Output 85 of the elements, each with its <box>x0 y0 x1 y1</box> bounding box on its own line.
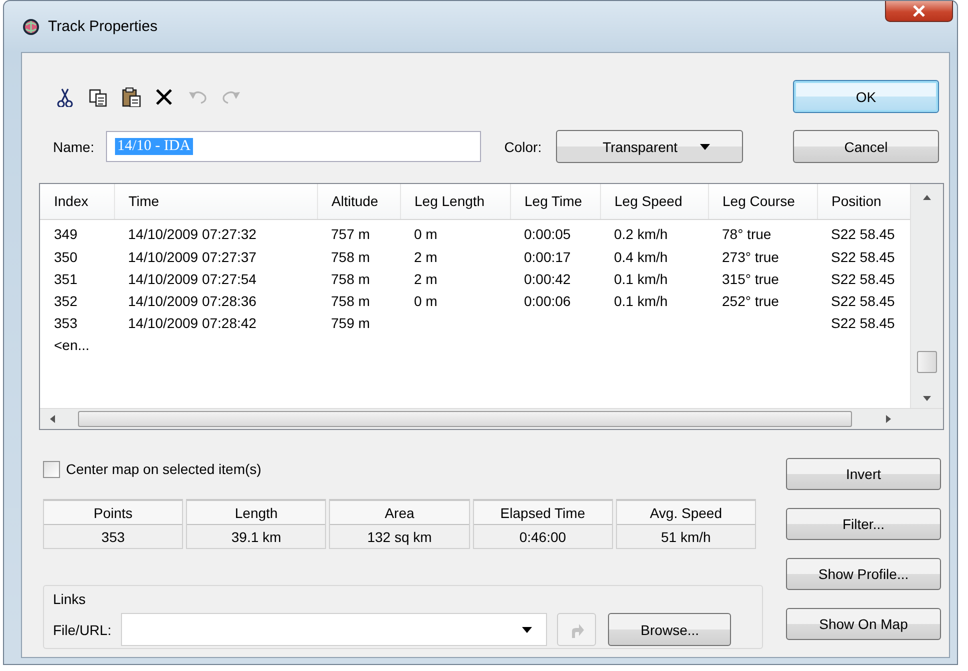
table-cell: 0:00:05 <box>510 219 600 246</box>
checkbox[interactable] <box>43 460 60 478</box>
table-cell-text: 0.1 km/h <box>613 292 669 310</box>
table-cell-text: 14/10/2009 07:28:42 <box>127 314 258 332</box>
column-header[interactable]: Leg Length <box>400 184 510 219</box>
table-cell: 757 m <box>317 219 400 246</box>
table-cell: 0 m <box>400 219 510 246</box>
table-cell-text: 14/10/2009 07:28:36 <box>127 292 258 310</box>
action-button[interactable]: Show On Map <box>786 608 941 640</box>
action-button[interactable]: Show Profile... <box>786 558 941 590</box>
scroll-down-icon[interactable] <box>923 396 931 401</box>
window-title: Track Properties <box>48 18 158 35</box>
stat-label: Elapsed Time <box>474 501 612 524</box>
column-header[interactable]: Leg Time <box>510 184 600 219</box>
table-cell: 78° true <box>708 219 817 246</box>
table-cell-text: 273° true <box>721 248 780 266</box>
scroll-right-icon[interactable] <box>886 415 891 423</box>
group-title: Links <box>53 591 86 607</box>
stat-label: Avg. Speed <box>616 501 756 524</box>
column-header[interactable]: Leg Course <box>708 184 817 219</box>
arrow-icon <box>570 622 584 638</box>
cross-icon[interactable] <box>154 86 174 106</box>
scroll-thumb[interactable] <box>917 351 937 373</box>
action-button[interactable]: Invert <box>786 458 941 490</box>
table-cell: S22 58.45 <box>817 219 937 246</box>
table-cell-text: 2 m <box>413 270 438 288</box>
horizontal-scrollbar[interactable] <box>40 408 943 429</box>
table-cell-text: S22 58.45 <box>830 292 896 310</box>
close-button[interactable] <box>885 1 953 22</box>
table-cell-text: 758 m <box>330 248 371 266</box>
column-header[interactable]: Time <box>114 184 317 219</box>
color-dropdown[interactable]: Transparent <box>556 130 743 163</box>
scroll-thumb[interactable] <box>78 411 852 427</box>
dropdown-arrow-icon <box>522 626 532 632</box>
field-label: File/URL: <box>53 622 112 638</box>
dialog-button[interactable]: Cancel <box>793 130 939 163</box>
table-cell-text: 0.4 km/h <box>613 248 669 266</box>
table-cell-text: 758 m <box>330 270 371 288</box>
table-cell-text: 0:00:42 <box>523 270 572 288</box>
dialog-button[interactable]: OK <box>793 80 939 113</box>
table-cell-text: 0:00:17 <box>523 248 572 266</box>
table-cell-text: 14/10/2009 07:27:54 <box>127 270 258 288</box>
table-cell-text: S22 58.45 <box>830 270 896 288</box>
scroll-up-icon[interactable] <box>923 195 931 200</box>
table-cell-text: 0:00:06 <box>523 292 572 310</box>
table-cell-text: 0.1 km/h <box>613 270 669 288</box>
table-cell-text: 758 m <box>330 292 371 310</box>
table-cell-text: <en... <box>53 336 90 354</box>
table-cell-text: S22 58.45 <box>830 248 896 266</box>
dropdown-arrow-icon <box>700 144 710 150</box>
scissors-icon[interactable] <box>55 86 75 106</box>
table-cell-text: 353 <box>53 314 78 332</box>
table-cell: 349 <box>40 219 114 246</box>
table-cell-text: 2 m <box>413 248 438 266</box>
table-cell-text: 14/10/2009 07:27:37 <box>127 248 258 266</box>
field-value: 14/10 - IDA <box>115 138 193 155</box>
table-cell-text: 315° true <box>721 270 780 288</box>
browse-button[interactable]: Browse... <box>608 613 732 646</box>
stat-label: Length <box>187 501 326 524</box>
checkbox-label: Center map on selected item(s) <box>66 461 262 477</box>
action-button[interactable]: Filter... <box>786 508 941 540</box>
close-icon <box>912 5 926 17</box>
column-header[interactable]: Index <box>40 184 114 219</box>
copy-icon[interactable] <box>88 86 108 106</box>
stat-value: 132 sq km <box>330 524 469 548</box>
column-header[interactable]: Altitude <box>317 184 400 219</box>
table-cell: 14/10/2009 07:27:32 <box>114 219 317 246</box>
table-cell-text: 252° true <box>721 292 780 310</box>
stat-label: Points <box>44 501 182 524</box>
field-label: Name: <box>53 138 94 154</box>
paste-icon[interactable] <box>121 86 141 106</box>
globe-icon <box>22 18 40 36</box>
stat-label: Area <box>330 501 469 524</box>
table-cell-text: 759 m <box>330 314 371 332</box>
table-cell: 0.2 km/h <box>600 219 708 246</box>
vertical-scrollbar[interactable] <box>910 184 943 409</box>
column-header[interactable]: Leg Speed <box>600 184 708 219</box>
table-cell-text: 350 <box>53 248 78 266</box>
table-cell-text: 0 m <box>413 292 438 310</box>
file-url-field[interactable] <box>121 613 548 646</box>
field-label: Color: <box>504 138 542 154</box>
table-cell-text: 352 <box>53 292 78 310</box>
table-cell-text: 351 <box>53 270 78 288</box>
table-cell-text: S22 58.45 <box>830 314 896 332</box>
scroll-left-icon[interactable] <box>50 415 55 423</box>
